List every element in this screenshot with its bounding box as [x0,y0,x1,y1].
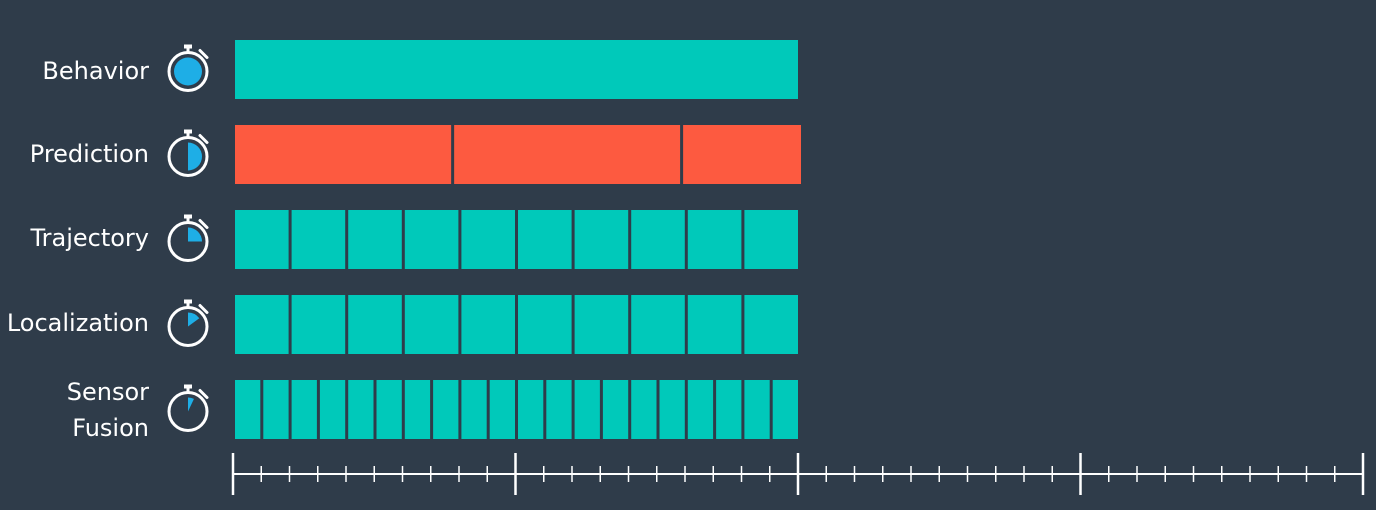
bar-segment [518,210,572,269]
bar-segment [631,380,657,439]
bar-segment [489,380,515,439]
bar-segment [404,380,431,439]
bar-segment [291,210,346,269]
bar-segment [454,125,681,184]
stopwatch-fill [188,227,202,242]
bar-segment [602,380,629,439]
bar-segment [291,295,346,354]
bar-segment [659,380,685,439]
bar-segment [263,380,289,439]
stopwatch-icon [167,129,209,177]
bar-segment [348,380,374,439]
bar-segment [687,295,742,354]
bar-segment [291,380,317,439]
bar-segment [631,295,685,354]
stopwatch-fill [174,57,202,86]
bar-segment [376,380,402,439]
bar-segment [235,210,289,269]
bar-segment [744,380,770,439]
bar-segment [574,380,600,439]
bar-segment [235,295,289,354]
timeline-diagram [167,40,1365,495]
bar-segment [687,210,742,269]
bar-segment [574,295,629,354]
bar-segment [683,125,801,184]
stopwatch-icon [167,214,209,262]
stopwatch-fill [188,142,202,171]
bar-segment [235,125,452,184]
bar-segment [518,295,572,354]
bar-segment [319,380,346,439]
bar-segment [461,210,515,269]
stopwatch-icon [167,44,209,92]
bar-segment [348,210,402,269]
bar-segment [631,210,685,269]
bar-segment [235,380,261,439]
bar-segment [772,380,798,439]
stopwatch-fill [188,312,200,327]
bar-segment [744,295,798,354]
bar-segment [235,40,798,99]
timeline-axis [231,453,1365,495]
bar-segment [461,295,515,354]
bar-segment [348,295,402,354]
bar-segment [461,380,487,439]
bar-segment [744,210,798,269]
bar-segment [404,210,459,269]
bar-segment [404,295,459,354]
bar-segment [546,380,572,439]
stopwatch-fill [188,397,194,412]
bar-segment [687,380,714,439]
bar-segment [433,380,459,439]
bar-segment [574,210,629,269]
stopwatch-icon [167,299,209,347]
bar-segment [518,380,544,439]
bar-segment [716,380,742,439]
frequency-diagram: Behavior Prediction Trajectory Localizat… [0,0,1376,510]
stopwatch-icon [167,384,209,432]
